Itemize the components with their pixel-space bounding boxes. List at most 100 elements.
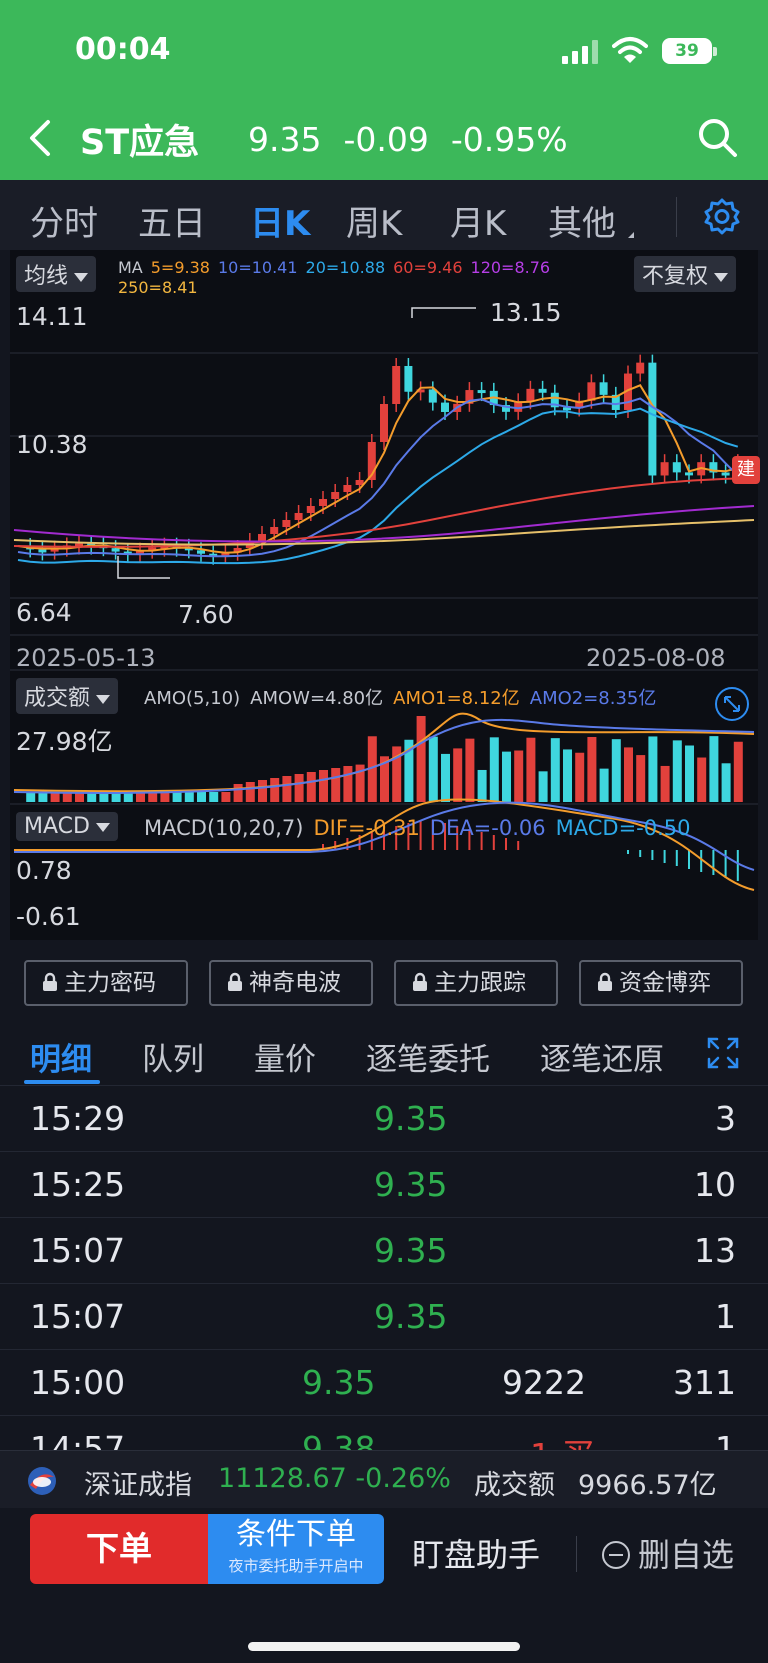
tab-order-by-order[interactable]: 逐笔委托 <box>366 1034 490 1079</box>
volume-axis-max: 27.98亿 <box>16 727 113 756</box>
ma10-line <box>17 397 739 558</box>
conditional-order-button[interactable]: 条件下单 夜市委托助手开启中 <box>208 1514 384 1584</box>
index-value: 11128.67 -0.26% <box>218 1463 451 1494</box>
ma10-value: 10=10.41 <box>217 258 298 277</box>
ma5-value: 5=9.38 <box>150 258 210 277</box>
macd-histogram-bar <box>700 850 703 872</box>
exchange-logo-icon <box>28 1467 56 1495</box>
amo1-value: AMO1=8.12亿 <box>393 688 520 709</box>
macd-histogram-bar <box>688 850 690 869</box>
order-button[interactable]: 下单 <box>30 1514 208 1584</box>
candle-body <box>294 513 303 520</box>
trade-price: 9.35 <box>374 1165 448 1204</box>
volume-bar <box>233 784 243 802</box>
trade-list[interactable]: 15:29 9.35 3 15:25 9.35 10 15:07 9.35 13… <box>0 1086 768 1450</box>
lock-icon <box>228 972 242 991</box>
table-row: 15:00 9.35 9222 311 <box>0 1350 768 1416</box>
volume-bar <box>270 778 280 802</box>
active-tab-indicator <box>24 1080 100 1084</box>
signal-icon <box>562 40 598 64</box>
candle-body <box>526 388 535 402</box>
macd-params: MACD(10,20,7) <box>144 816 304 840</box>
volume-bar <box>648 736 658 802</box>
index-name: 深证成指 <box>84 1470 192 1501</box>
macd-histogram-bar <box>639 850 642 857</box>
tab-intraday[interactable]: 分时 <box>30 196 98 245</box>
main-force-tracking-button[interactable]: 主力跟踪 <box>394 960 558 1006</box>
macd-histogram-bar <box>627 850 629 854</box>
candle-body <box>282 520 291 527</box>
volume-bar <box>685 745 694 802</box>
volume-bar <box>465 738 475 802</box>
ma120-line <box>13 505 755 543</box>
ma-selector[interactable]: 均线 <box>16 256 97 292</box>
candle-body <box>270 527 279 534</box>
gear-icon[interactable] <box>702 196 742 236</box>
end-date: 2025-08-08 <box>586 644 726 672</box>
candle-body <box>380 404 388 442</box>
volume-bar <box>624 747 633 802</box>
chevron-down-icon <box>96 694 111 704</box>
trade-price: 9.38 <box>302 1429 376 1450</box>
volume-bar <box>184 792 194 802</box>
expand-icon[interactable] <box>714 686 750 722</box>
volume-bar <box>26 792 36 802</box>
feature-label: 主力密码 <box>64 970 156 996</box>
status-time: 00:04 <box>75 32 171 67</box>
min-price-marker: 7.60 <box>178 600 234 629</box>
candle-body <box>197 550 205 554</box>
tab-volume-price[interactable]: 量价 <box>254 1034 316 1079</box>
candle-body <box>38 549 47 553</box>
stock-quote: 9.35 -0.09 -0.95% <box>248 120 590 159</box>
volume-bar <box>587 736 597 802</box>
volume-bar <box>538 771 548 802</box>
macd-histogram-bar <box>724 850 727 878</box>
stock-change: -0.09 <box>343 120 429 159</box>
tab-details[interactable]: 明细 <box>30 1034 92 1079</box>
candle-body <box>587 382 596 401</box>
ma250-line <box>13 519 755 546</box>
build-position-tag[interactable]: 建 <box>732 456 760 484</box>
feature-label: 主力跟踪 <box>434 970 526 996</box>
candle-body <box>258 534 266 541</box>
trade-count: 1 <box>715 1429 736 1450</box>
tab-queue[interactable]: 队列 <box>142 1034 204 1079</box>
volume-bar <box>514 750 524 802</box>
trade-price: 9.35 <box>374 1297 448 1336</box>
tab-other[interactable]: 其他 <box>548 196 616 245</box>
trade-time: 15:29 <box>30 1099 126 1138</box>
tab-trade-restore[interactable]: 逐笔还原 <box>540 1034 664 1079</box>
macd-selector-label: MACD <box>24 814 90 839</box>
magic-wave-button[interactable]: 神奇电波 <box>209 960 373 1006</box>
back-icon[interactable] <box>26 118 54 158</box>
volume-bar <box>599 768 609 802</box>
chart-panel[interactable]: 均线 MA 5=9.38 10=10.41 20=10.88 60=9.46 120=8.… <box>10 250 760 940</box>
tab-five-day[interactable]: 五日 <box>138 196 206 245</box>
search-icon[interactable] <box>696 116 738 158</box>
volume-bar <box>245 782 255 802</box>
fullscreen-icon[interactable] <box>706 1036 740 1070</box>
macd-selector[interactable]: MACD <box>16 812 118 841</box>
volume-selector[interactable]: 成交额 <box>16 678 119 714</box>
tab-monthly-k[interactable]: 月K <box>450 196 506 245</box>
index-amount: 9966.57亿 <box>578 1470 717 1501</box>
candle-body <box>636 362 645 374</box>
trade-count: 311 <box>673 1363 736 1402</box>
ma120-value: 120=8.76 <box>470 258 551 277</box>
lock-icon <box>598 972 612 991</box>
remove-watchlist-button[interactable]: 删自选 <box>602 1530 734 1576</box>
candle-body <box>404 366 413 392</box>
max-marker-line <box>411 307 476 318</box>
tab-daily-k[interactable]: 日K <box>250 196 310 245</box>
adjust-selector[interactable]: 不复权 <box>634 256 737 292</box>
watch-assistant-button[interactable]: 盯盘助手 <box>412 1530 540 1576</box>
trade-count: 1 <box>715 1297 736 1336</box>
price-axis-low: 6.64 <box>16 598 72 627</box>
tab-weekly-k[interactable]: 周K <box>346 196 402 245</box>
candle-body <box>441 402 449 412</box>
capital-game-button[interactable]: 资金博弈 <box>579 960 743 1006</box>
volume-bar <box>672 740 682 802</box>
main-force-code-button[interactable]: 主力密码 <box>24 960 188 1006</box>
index-ticker-bar[interactable]: 深证成指 11128.67 -0.26% 成交额 9966.57亿 <box>0 1450 768 1508</box>
feature-buttons: 主力密码 神奇电波 主力跟踪 资金博弈 <box>0 940 768 1020</box>
